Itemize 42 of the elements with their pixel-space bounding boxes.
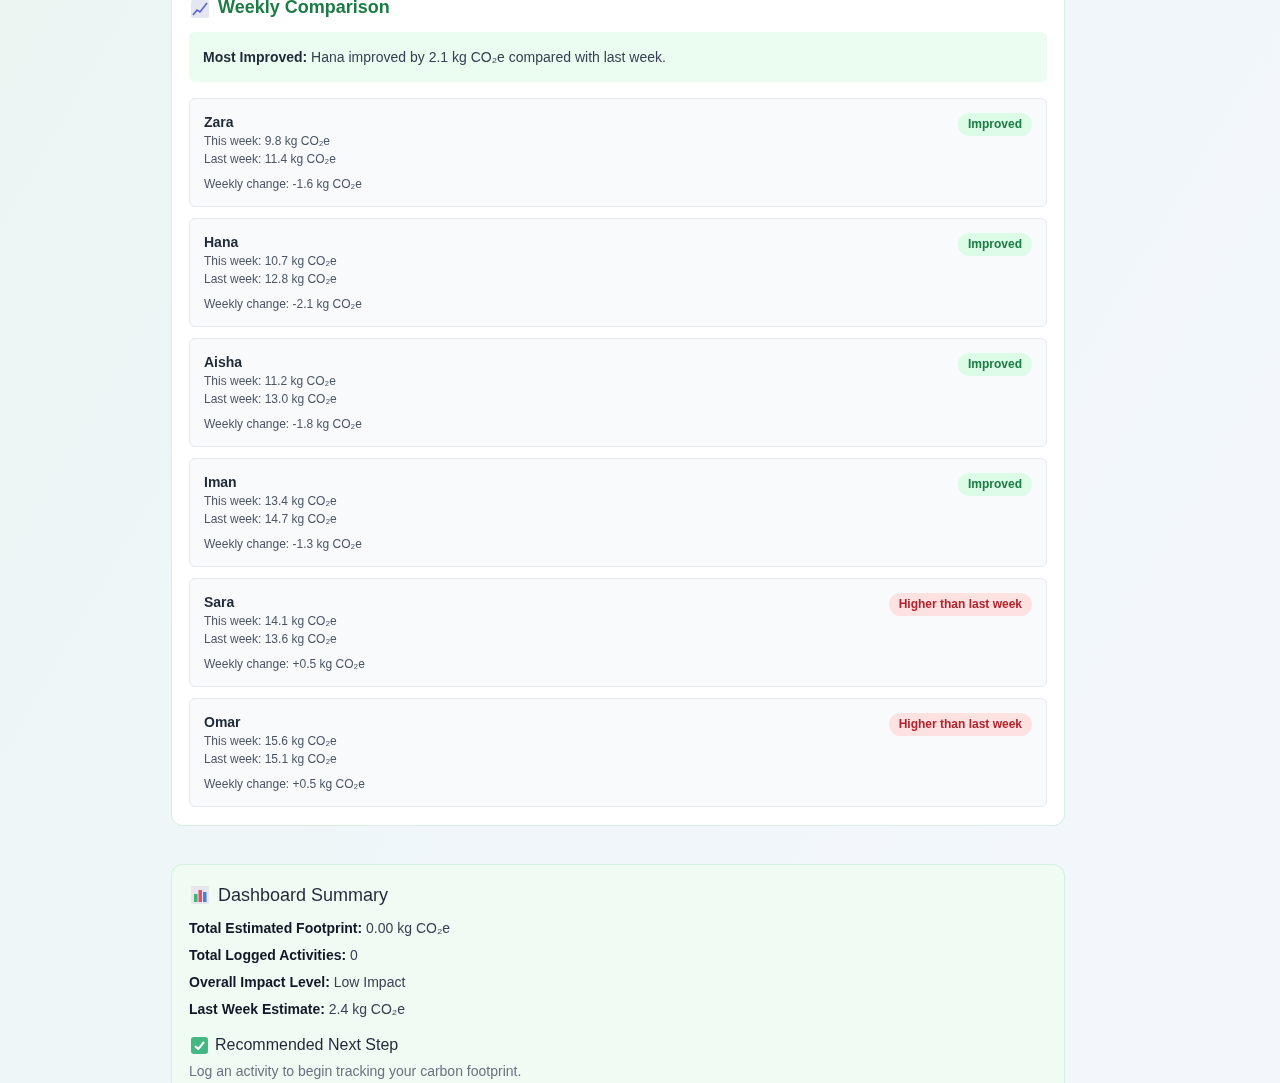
status-badge: Higher than last week: [888, 713, 1032, 736]
this-week-text: This week: 14.1 kg CO₂e: [204, 613, 338, 630]
this-week-text: This week: 15.6 kg CO₂e: [204, 733, 338, 750]
section-title: Weekly Comparison: [218, 0, 390, 15]
member-name: Zara: [204, 113, 235, 132]
highlight-text: Most Improved: Hana improved by 2.1 kg CO₂e compared with last week.: [203, 48, 667, 67]
this-week-text: This week: 10.7 kg CO₂e: [204, 253, 338, 270]
weekly-change-text: Weekly change: +0.5 kg CO₂e: [204, 656, 365, 673]
this-week-text: This week: 11.2 kg CO₂e: [204, 373, 337, 390]
last-week-text: Last week: 15.1 kg CO₂e: [204, 751, 338, 768]
last-week-text: Last week: 11.4 kg CO₂e: [204, 151, 337, 168]
weekly-change-text: Weekly change: -2.1 kg CO₂e: [204, 296, 362, 313]
weekly-change-text: Weekly change: +0.5 kg CO₂e: [204, 776, 365, 793]
last-week-text: Last week: 13.6 kg CO₂e: [204, 631, 338, 648]
checkmark-icon: [191, 1036, 208, 1054]
member-name: Iman: [204, 473, 238, 492]
weekly-change-text: Weekly change: -1.3 kg CO₂e: [204, 536, 362, 553]
status-badge: Improved: [958, 473, 1032, 496]
summary-stat: Overall Impact Level: Low Impact: [189, 973, 407, 992]
status-badge: Improved: [958, 353, 1032, 376]
summary-stat: Last Week Estimate: 2.4 kg CO₂e: [189, 1000, 407, 1019]
this-week-text: This week: 13.4 kg CO₂e: [204, 493, 338, 510]
weekly-change-text: Weekly change: -1.6 kg CO₂e: [204, 176, 362, 193]
member-name: Hana: [204, 233, 240, 252]
summary-stat: Total Logged Activities: 0: [189, 946, 359, 965]
summary-stat: Total Estimated Footprint: 0.00 kg CO₂e: [189, 919, 452, 938]
weekly-change-text: Weekly change: -1.8 kg CO₂e: [204, 416, 362, 433]
this-week-text: This week: 9.8 kg CO₂e: [204, 133, 332, 150]
bar-chart-icon: [191, 886, 209, 904]
status-badge: Improved: [958, 113, 1032, 136]
last-week-text: Last week: 12.8 kg CO₂e: [204, 271, 338, 288]
member-name: Sara: [204, 593, 236, 612]
member-name: Aisha: [204, 353, 244, 372]
status-badge: Higher than last week: [888, 593, 1032, 616]
status-badge: Improved: [958, 233, 1032, 256]
last-week-text: Last week: 14.7 kg CO₂e: [204, 511, 338, 528]
section-title: Dashboard Summary: [218, 884, 389, 907]
line-chart-icon: [191, 0, 209, 18]
next-step-title: Recommended Next Step: [215, 1035, 399, 1055]
last-week-text: Last week: 13.0 kg CO₂e: [204, 391, 338, 408]
member-name: Omar: [204, 713, 242, 732]
next-step-text: Log an activity to begin tracking your carbon footprint.: [189, 1062, 523, 1080]
